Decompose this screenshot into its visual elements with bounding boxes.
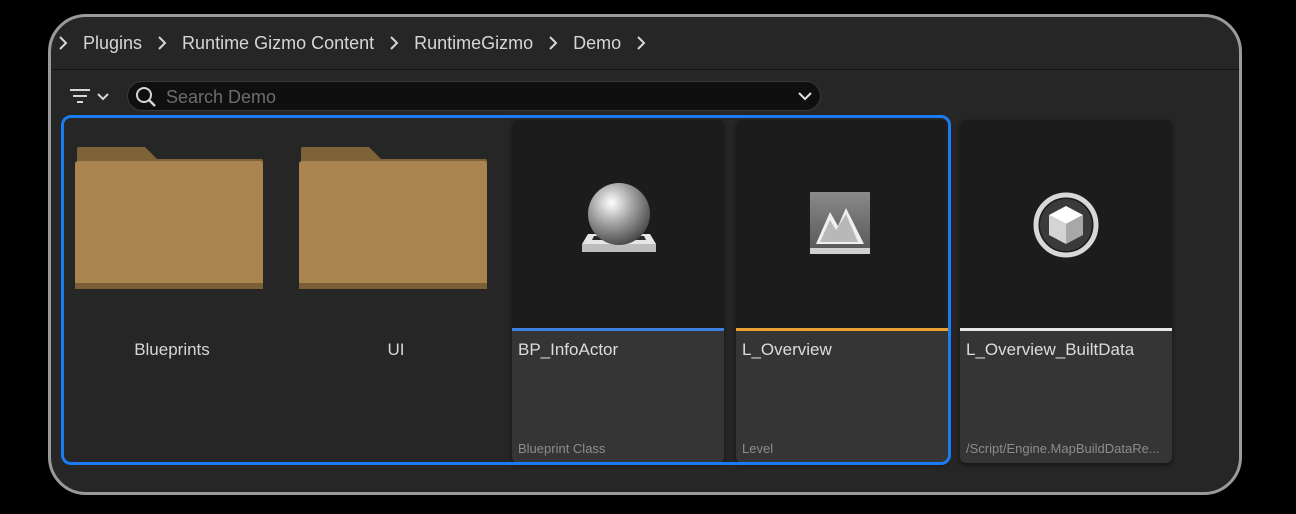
chevron-right-icon[interactable] [547, 36, 559, 50]
folder-tile-blueprints[interactable]: Blueprints [67, 117, 277, 457]
breadcrumb-demo[interactable]: Demo [559, 33, 635, 54]
breadcrumb-runtimegizmo[interactable]: RuntimeGizmo [400, 33, 547, 54]
asset-tile-bp-infoactor[interactable]: BP_InfoActor Blueprint Class [512, 120, 724, 463]
asset-type-stripe [736, 328, 948, 331]
asset-type: Blueprint Class [518, 441, 606, 456]
search-icon [136, 87, 156, 107]
filter-icon [70, 89, 109, 103]
asset-thumbnail [512, 120, 724, 328]
chevron-right-icon[interactable] [156, 36, 168, 50]
asset-type: Level [742, 441, 774, 456]
asset-name: L_Overview_BuiltData [966, 340, 1135, 359]
asset-name: BP_InfoActor [518, 340, 619, 359]
folder-icon [299, 147, 487, 289]
toolbar [51, 79, 1239, 113]
folder-icon [75, 147, 263, 289]
content-browser-window: Plugins Runtime Gizmo Content RuntimeGiz… [48, 14, 1242, 495]
asset-thumbnail [736, 120, 948, 328]
filter-button[interactable] [69, 83, 115, 109]
breadcrumb-plugins[interactable]: Plugins [69, 33, 156, 54]
breadcrumb-divider [51, 69, 1239, 70]
asset-type-stripe [512, 328, 724, 331]
breadcrumb: Plugins Runtime Gizmo Content RuntimeGiz… [51, 17, 1239, 69]
map-build-data-icon [1033, 192, 1099, 258]
asset-tile-l-overview-builtdata[interactable]: L_Overview_BuiltData /Script/Engine.MapB… [960, 120, 1172, 463]
blueprint-actor-icon [582, 183, 656, 252]
level-icon [810, 192, 870, 254]
asset-type-stripe [960, 328, 1172, 331]
asset-name: L_Overview [742, 340, 832, 359]
search-input[interactable] [164, 82, 768, 112]
folder-label: Blueprints [134, 340, 210, 359]
chevron-right-icon[interactable] [57, 36, 69, 50]
asset-tile-l-overview[interactable]: L_Overview Level [736, 120, 948, 463]
asset-type: /Script/Engine.MapBuildDataRe... [966, 441, 1160, 456]
folder-label: UI [387, 340, 405, 359]
asset-thumbnail [960, 120, 1172, 328]
chevron-right-icon[interactable] [388, 36, 400, 50]
folder-tile-ui[interactable]: UI [291, 117, 501, 457]
chevron-down-icon[interactable] [798, 90, 812, 102]
search-box[interactable] [127, 81, 821, 112]
breadcrumb-runtime-gizmo-content[interactable]: Runtime Gizmo Content [168, 33, 388, 54]
asset-grid: Blueprints UI BP_InfoActor Blueprint Cla… [51, 115, 1239, 477]
chevron-right-icon[interactable] [635, 36, 647, 50]
